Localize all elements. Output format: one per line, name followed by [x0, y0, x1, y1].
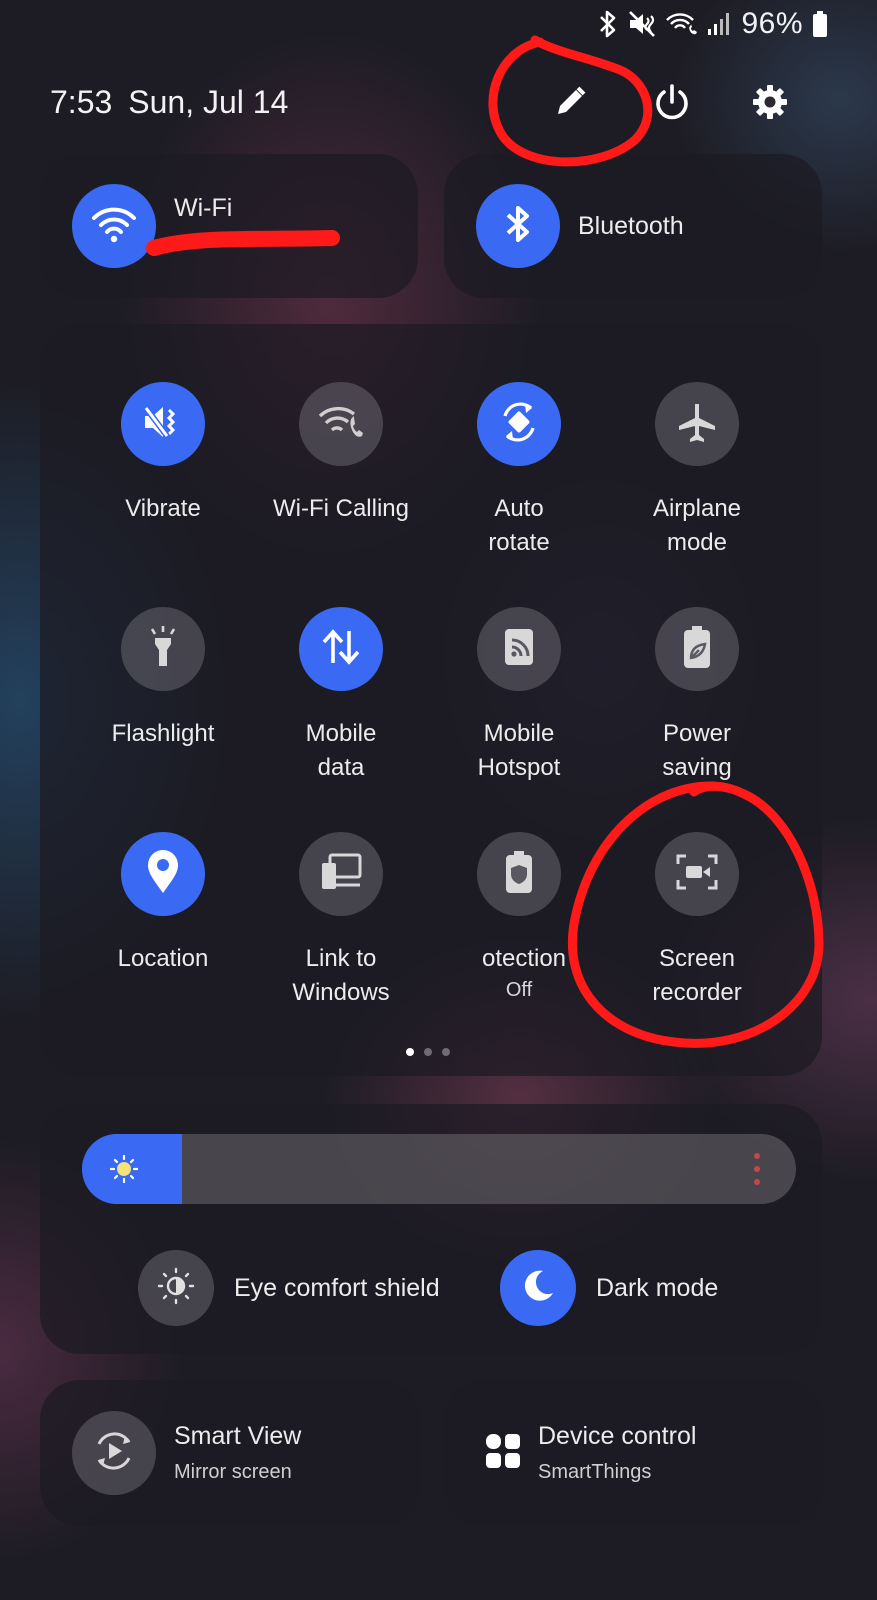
bluetooth-toggle[interactable]: [476, 184, 560, 268]
settings-icon: [750, 82, 790, 127]
dark-mode-toggle[interactable]: [500, 1250, 576, 1326]
mobile-data-toggle[interactable]: [299, 607, 383, 691]
qs-label: Airplane mode: [652, 495, 742, 556]
eye-comfort-label: Eye comfort shield: [234, 1273, 440, 1302]
brightness-icon: [109, 1154, 139, 1188]
clock-date: 7:53 Sun, Jul 14: [50, 84, 288, 121]
qs-airplane[interactable]: Airplane mode: [608, 382, 786, 560]
location-toggle[interactable]: [121, 832, 205, 916]
qs-power-saving[interactable]: Power saving: [608, 607, 786, 785]
smart-view-button[interactable]: [72, 1411, 156, 1495]
vibrate-toggle[interactable]: [121, 382, 205, 466]
page-indicator: [406, 1048, 450, 1056]
qs-screen-recorder[interactable]: Screen recorder: [608, 832, 786, 1010]
eye-comfort-icon: [156, 1266, 196, 1311]
brightness-slider[interactable]: [82, 1134, 796, 1204]
bluetooth-icon: [597, 9, 619, 39]
dark-mode-label: Dark mode: [596, 1273, 719, 1302]
qs-label: Vibrate: [125, 495, 201, 522]
more-options-icon[interactable]: [754, 1153, 760, 1185]
page-dot: [406, 1048, 414, 1056]
power-icon: [652, 82, 692, 127]
device-control-subtitle: SmartThings: [538, 1461, 652, 1483]
hotspot-icon: [499, 625, 539, 674]
link-to-windows-toggle[interactable]: [299, 832, 383, 916]
dark-mode-toggle-row[interactable]: Dark mode: [500, 1250, 718, 1326]
auto-rotate-toggle[interactable]: [477, 382, 561, 466]
date: Sun, Jul 14: [128, 84, 289, 120]
qs-label: Auto rotate: [488, 495, 550, 556]
qs-mobile-hotspot[interactable]: Mobile Hotspot: [430, 607, 608, 785]
wifi-icon: [91, 204, 137, 249]
location-icon: [145, 849, 181, 900]
link-to-windows-icon: [318, 851, 364, 898]
eye-comfort-toggle[interactable]: [138, 1250, 214, 1326]
mobile-data-icon: [319, 625, 363, 674]
power-saving-toggle[interactable]: [655, 607, 739, 691]
settings-button[interactable]: [746, 80, 794, 128]
signal-icon: [707, 9, 733, 39]
vibrate-icon: [141, 400, 185, 449]
qs-label: Screen recorder: [652, 945, 742, 1006]
qs-flashlight[interactable]: Flashlight: [74, 607, 252, 751]
qs-label: Wi-Fi Calling: [272, 495, 409, 522]
qs-battery-protection[interactable]: otection Off: [430, 832, 608, 1004]
wifi-calling-icon: [318, 402, 364, 447]
eye-comfort-toggle-row[interactable]: Eye comfort shield: [138, 1250, 440, 1326]
battery-protection-toggle[interactable]: [477, 832, 561, 916]
bluetooth-icon: [503, 204, 533, 249]
moon-icon: [519, 1267, 557, 1310]
airplane-toggle[interactable]: [655, 382, 739, 466]
power-saving-icon: [679, 624, 715, 675]
battery-protection-icon: [501, 849, 537, 900]
smart-view-tile[interactable]: Smart View Mirror screen: [40, 1380, 420, 1526]
page-dot: [442, 1048, 450, 1056]
wifi-calling-icon: [665, 9, 699, 39]
smart-view-title: Smart View: [174, 1422, 302, 1450]
qs-wifi-calling[interactable]: Wi-Fi Calling: [252, 382, 430, 526]
smart-view-icon: [91, 1428, 137, 1479]
qs-auto-rotate[interactable]: Auto rotate: [430, 382, 608, 560]
wifi-tile[interactable]: Wi-Fi: [40, 154, 418, 298]
qs-label: Power saving: [662, 720, 732, 781]
qs-location[interactable]: Location: [74, 832, 252, 976]
smart-view-subtitle: Mirror screen: [174, 1461, 292, 1483]
qs-label: otection: [481, 945, 567, 972]
clock: 7:53: [50, 84, 113, 120]
bluetooth-label: Bluetooth: [578, 211, 684, 240]
screen-recorder-icon: [674, 852, 720, 897]
page-dot: [424, 1048, 432, 1056]
wifi-label: Wi-Fi: [174, 194, 233, 222]
bluetooth-tile[interactable]: Bluetooth: [444, 154, 822, 298]
mobile-hotspot-toggle[interactable]: [477, 607, 561, 691]
flashlight-icon: [143, 624, 183, 675]
qs-mobile-data[interactable]: Mobile data: [252, 607, 430, 785]
mute-vibrate-icon: [627, 9, 657, 39]
wifi-calling-toggle[interactable]: [299, 382, 383, 466]
qs-label: Flashlight: [111, 720, 215, 747]
edit-button[interactable]: [546, 80, 594, 128]
qs-vibrate[interactable]: Vibrate: [74, 382, 252, 526]
device-control-icon: [484, 1432, 522, 1475]
qs-sublabel: Off: [505, 979, 533, 1001]
qs-label: Location: [117, 945, 209, 972]
status-bar: 96%: [597, 6, 829, 42]
qs-label: Link to Windows: [292, 945, 390, 1006]
battery-icon: [811, 9, 829, 39]
qs-label: Mobile data: [305, 720, 377, 781]
qs-label: Mobile Hotspot: [477, 720, 561, 781]
wifi-toggle[interactable]: [72, 184, 156, 268]
device-control-title: Device control: [538, 1422, 697, 1450]
edit-icon: [552, 84, 588, 125]
auto-rotate-icon: [495, 398, 543, 451]
power-button[interactable]: [648, 80, 696, 128]
device-control-tile[interactable]: Device control SmartThings: [444, 1380, 824, 1526]
screen-recorder-toggle[interactable]: [655, 832, 739, 916]
flashlight-toggle[interactable]: [121, 607, 205, 691]
battery-percent: 96%: [741, 7, 803, 40]
airplane-icon: [675, 400, 719, 449]
qs-link-to-windows[interactable]: Link to Windows: [252, 832, 430, 1010]
